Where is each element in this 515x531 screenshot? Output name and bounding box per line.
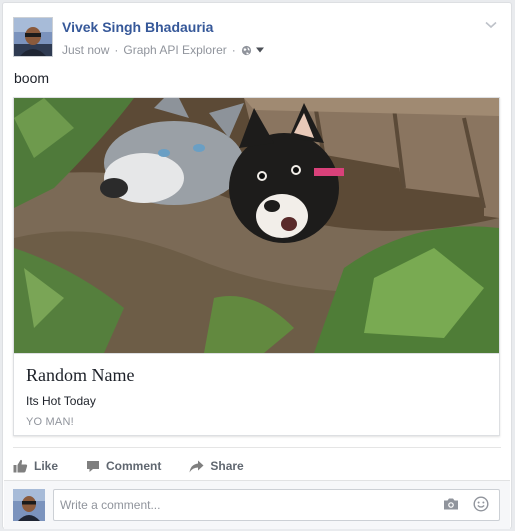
- post-options-button[interactable]: [483, 17, 499, 33]
- comment-input[interactable]: [54, 490, 436, 520]
- chevron-down-icon: [485, 21, 497, 29]
- dogs-photo: [14, 98, 499, 353]
- avatar-image: [14, 18, 52, 56]
- author-avatar[interactable]: [13, 17, 53, 57]
- comment-field[interactable]: [53, 489, 500, 521]
- avatar-image: [13, 489, 45, 521]
- comment-label: Comment: [106, 459, 162, 473]
- camera-icon: [444, 498, 458, 510]
- globe-icon: [241, 45, 251, 55]
- meta-separator: ·: [231, 43, 236, 57]
- comment-button[interactable]: Comment: [86, 459, 161, 473]
- attachment-caption: Random Name Its Hot Today YO MAN!: [14, 353, 499, 436]
- emoji-button[interactable]: [473, 496, 489, 517]
- thumbs-up-icon: [13, 459, 28, 473]
- attachment-image: [14, 98, 499, 353]
- post-meta: Just now · Graph API Explorer ·: [62, 43, 265, 57]
- photo-attach-button[interactable]: [443, 497, 459, 516]
- link-attachment[interactable]: Random Name Its Hot Today YO MAN!: [13, 97, 500, 436]
- post-message: boom: [14, 70, 50, 86]
- post-timestamp[interactable]: Just now: [62, 43, 109, 57]
- post-actions: Like Comment Share: [13, 453, 501, 479]
- meta-separator: ·: [114, 43, 119, 57]
- post-header: Vivek Singh Bhadauria Just now · Graph A…: [13, 17, 501, 61]
- share-arrow-icon: [189, 460, 204, 472]
- commenter-avatar[interactable]: [13, 489, 45, 521]
- speech-bubble-icon: [87, 460, 100, 472]
- privacy-selector[interactable]: [241, 45, 265, 56]
- feed-post: Vivek Singh Bhadauria Just now · Graph A…: [2, 2, 512, 529]
- author-name[interactable]: Vivek Singh Bhadauria: [62, 19, 213, 35]
- share-label: Share: [210, 459, 244, 473]
- attachment-description: Its Hot Today: [26, 394, 96, 408]
- attachment-domain: YO MAN!: [26, 416, 74, 428]
- share-button[interactable]: Share: [189, 459, 244, 473]
- caret-down-icon: [255, 47, 264, 53]
- actions-divider: [13, 447, 501, 448]
- comment-composer: [4, 480, 510, 529]
- like-button[interactable]: Like: [13, 459, 58, 473]
- attachment-title[interactable]: Random Name: [26, 365, 134, 386]
- like-label: Like: [34, 459, 59, 473]
- post-app-name[interactable]: Graph API Explorer: [123, 43, 226, 57]
- smiley-icon: [473, 496, 489, 512]
